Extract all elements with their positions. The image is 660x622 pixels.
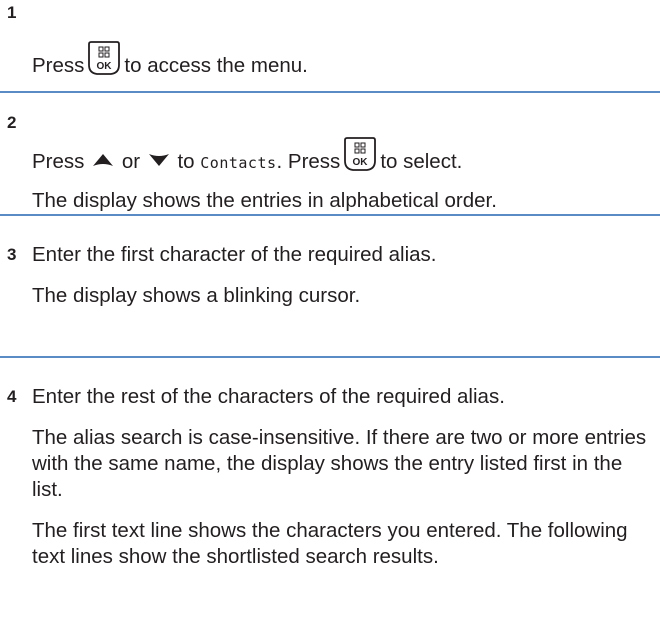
press-text: . Press	[276, 150, 341, 173]
step-number: 4	[7, 387, 17, 406]
step-result: The display shows the entries in alphabe…	[32, 189, 497, 212]
menu-ok-key-icon: OK	[344, 136, 377, 172]
step-result: The display shows a blinking cursor.	[32, 284, 361, 307]
step-4: 4 Enter the rest of the characters of th…	[0, 358, 660, 622]
step-number: 2	[7, 113, 17, 132]
up-arrow-icon	[92, 148, 114, 174]
step-result: The first text line shows the characters…	[32, 519, 628, 568]
to-select-text: to select.	[380, 150, 463, 173]
procedure-steps: 1 Press OK to access the menu. 2 Press o…	[0, 0, 660, 622]
step-instruction: Press or to Contacts. Press OK to select…	[32, 136, 656, 214]
or-text: or	[121, 150, 141, 173]
access-menu-text: to access the menu.	[124, 54, 308, 77]
step-2: 2 Press or to Contacts. Press OK to sele…	[0, 93, 660, 216]
step-instruction: Press OK to access the menu.	[32, 40, 656, 79]
step-3: 3 Enter the first character of the requi…	[0, 216, 660, 358]
to-text: to	[177, 150, 195, 173]
menu-ok-key-icon: OK	[88, 40, 121, 76]
instruction-text: Enter the first character of the require…	[32, 243, 437, 266]
step-instruction: Enter the rest of the characters of the …	[32, 384, 656, 570]
svg-text:OK: OK	[97, 61, 113, 72]
press-text: Press	[32, 54, 85, 77]
step-number: 1	[7, 3, 17, 22]
menu-item-contacts: Contacts	[200, 154, 277, 172]
instruction-text: Enter the rest of the characters of the …	[32, 385, 505, 408]
press-text: Press	[32, 150, 85, 173]
step-1: 1 Press OK to access the menu.	[0, 0, 660, 93]
step-result: The alias search is case-insensitive. If…	[32, 426, 647, 501]
step-number: 3	[7, 245, 17, 264]
svg-text:OK: OK	[353, 157, 369, 168]
down-arrow-icon	[148, 148, 170, 174]
step-instruction: Enter the first character of the require…	[32, 242, 656, 309]
